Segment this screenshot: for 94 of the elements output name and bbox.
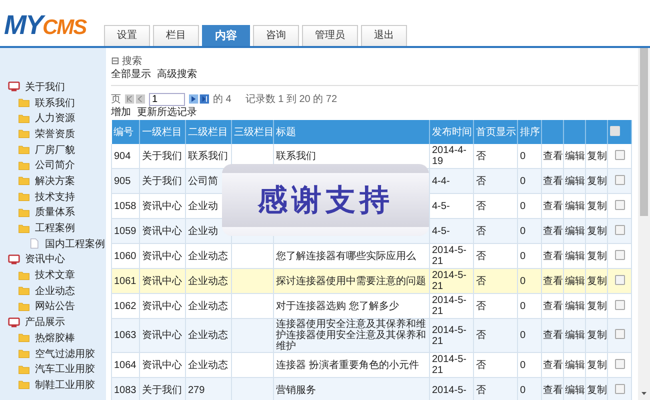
sidebar-item[interactable]: 网站公告	[35, 299, 75, 314]
row-checkbox[interactable]	[614, 174, 624, 184]
nav-tab[interactable]: 栏目	[153, 25, 199, 46]
row-checkbox[interactable]	[614, 224, 624, 234]
folder-icon	[18, 379, 30, 390]
nav-tab[interactable]: 设置	[104, 25, 150, 46]
folder-icon	[18, 206, 30, 218]
row-checkbox[interactable]	[614, 150, 624, 160]
row-checkbox[interactable]	[614, 329, 624, 339]
scrollbar[interactable]	[638, 48, 650, 400]
folder-icon	[18, 285, 30, 296]
folder-icon	[18, 332, 30, 344]
nav-tab[interactable]: 退出	[361, 25, 407, 46]
folder-icon	[18, 222, 30, 234]
sidebar-item[interactable]: 国内工程案例	[45, 236, 105, 251]
document-icon	[28, 238, 40, 250]
folder-icon	[18, 270, 30, 281]
column-header: 排序	[518, 120, 542, 144]
table-cell: 营销服务	[276, 384, 316, 396]
column-header: 三级栏目	[232, 120, 274, 144]
folder-icon	[18, 128, 30, 140]
folder-icon	[18, 112, 30, 124]
sidebar-item[interactable]: 汽车工业用胶	[35, 362, 95, 376]
column-header	[542, 120, 564, 144]
row-checkbox[interactable]	[614, 274, 624, 284]
monitor-icon	[8, 254, 20, 265]
folder-icon	[18, 348, 30, 360]
next-last-buttons-icon[interactable]	[189, 94, 209, 104]
thanks-banner: 感谢支持	[222, 164, 429, 236]
sidebar-item[interactable]: 技术支持	[35, 190, 75, 204]
monitor-icon	[8, 316, 20, 328]
monitor-icon	[8, 81, 20, 92]
sidebar-item[interactable]: 产品展示	[25, 315, 65, 330]
row-checkbox[interactable]	[614, 358, 624, 368]
sidebar-item[interactable]: 联系我们	[35, 96, 75, 110]
sidebar-item[interactable]: 企业动态	[35, 284, 75, 298]
sidebar-item[interactable]: 解决方案	[35, 174, 75, 188]
sidebar-item[interactable]: 关于我们	[25, 80, 65, 94]
folder-icon	[18, 97, 30, 108]
page-count: 的 4	[213, 93, 232, 106]
folder-icon	[18, 160, 30, 171]
folder-icon	[18, 300, 30, 312]
record-count: 记录数 1 到 20 的 72	[245, 93, 338, 106]
filter-link[interactable]: 高级搜索	[157, 67, 197, 81]
sidebar-item[interactable]: 空气过滤用胶	[35, 346, 95, 361]
nav-tab[interactable]: 咨询	[253, 25, 299, 46]
column-header: 发布时间	[430, 120, 474, 144]
sidebar-item[interactable]: 制鞋工业用胶	[35, 378, 95, 392]
table-cell: 您了解连接器有哪些实际应用么	[276, 250, 416, 262]
sidebar-item[interactable]: 热熔胶棒	[35, 330, 75, 345]
page-input[interactable]: 1	[149, 92, 185, 106]
table-cell: 关于我们	[140, 378, 186, 400]
table-cell: 0	[518, 378, 542, 400]
first-prev-buttons-icon[interactable]	[125, 94, 145, 104]
action-link[interactable]: 更新所选记录	[137, 106, 197, 120]
column-header: 一级栏目	[140, 120, 186, 144]
column-header: 首页显示	[474, 120, 518, 144]
row-checkbox[interactable]	[614, 300, 624, 310]
table-cell: 探讨连接器使用中需要注意的问题	[276, 276, 426, 286]
table-cell: 联系我们	[276, 150, 316, 162]
table-cell: 279	[186, 378, 232, 400]
page-label: 页	[111, 93, 121, 106]
nav-tab[interactable]: 内容	[202, 25, 250, 46]
sidebar-item[interactable]: 质量体系	[35, 205, 75, 220]
column-header: 编号	[112, 120, 140, 144]
row-checkbox[interactable]	[614, 384, 624, 394]
search-toggle[interactable]: ⊟ 搜索	[111, 56, 142, 67]
folder-icon	[18, 191, 30, 202]
table-cell: 2014-5-	[430, 378, 474, 400]
folder-icon	[18, 364, 30, 375]
action-link[interactable]: 增加	[111, 106, 131, 120]
row-checkbox[interactable]	[614, 250, 624, 260]
logo: MYCMS	[3, 10, 88, 42]
column-header: 二级栏目	[186, 120, 232, 144]
sidebar-item[interactable]: 工程案例	[35, 221, 75, 236]
filter-link[interactable]: 全部显示	[111, 67, 151, 81]
row-checkbox[interactable]	[614, 200, 624, 210]
table-cell: 1083	[112, 378, 140, 400]
sidebar-item[interactable]: 荣誉资质	[35, 126, 75, 141]
select-all-checkbox[interactable]	[610, 126, 620, 136]
nav-tab[interactable]: 管理员	[302, 25, 358, 46]
folder-icon	[18, 144, 30, 156]
table-cell: 连接器使用安全注意及其保养和维护连接器使用安全注意及其保养和维护	[276, 319, 426, 352]
sidebar-item[interactable]: 资讯中心	[25, 252, 65, 266]
sidebar-item[interactable]: 技术文章	[35, 268, 75, 282]
sidebar-item[interactable]: 公司简介	[35, 158, 75, 172]
folder-icon	[18, 175, 30, 186]
sidebar-item[interactable]: 人力资源	[35, 111, 75, 126]
column-header	[564, 120, 586, 144]
table-cell: 否	[474, 378, 518, 400]
table-cell: 对于连接器选购 您了解多少	[276, 300, 399, 312]
sidebar-item[interactable]: 厂房厂貌	[35, 142, 75, 157]
table-cell: 连接器 扮演者重要角色的小元件	[276, 360, 419, 370]
column-header: 标题	[274, 120, 430, 144]
